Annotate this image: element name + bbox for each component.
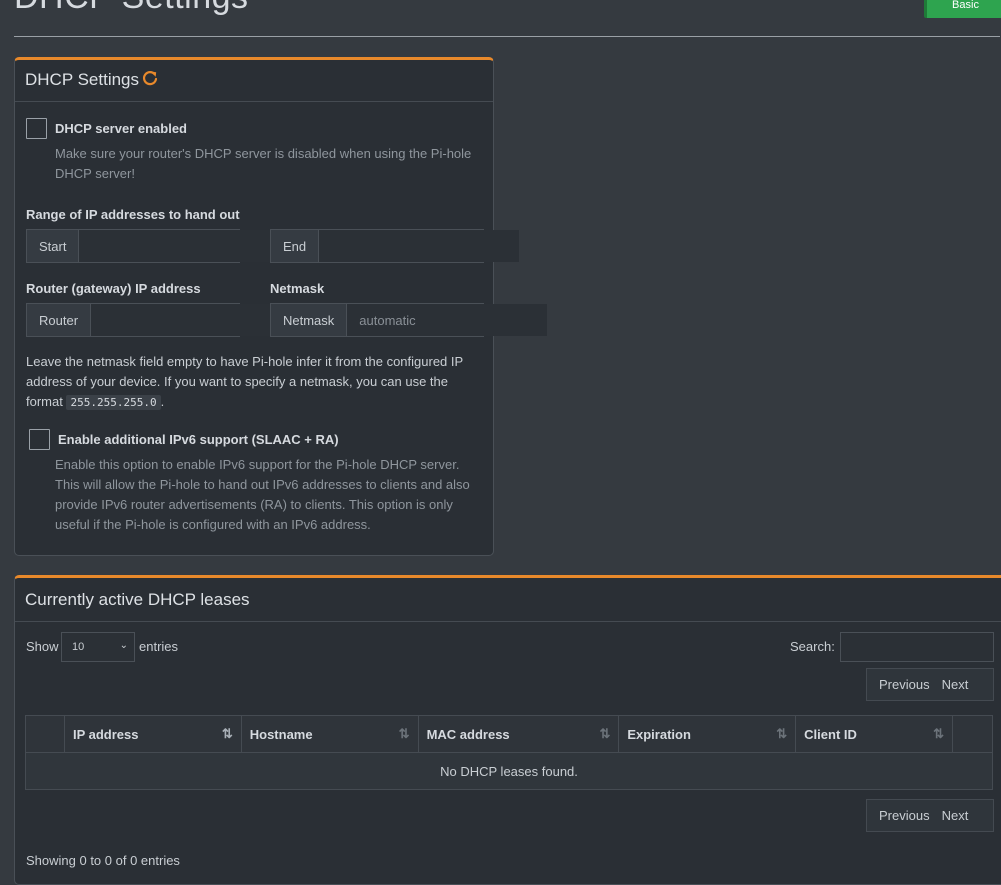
pagination-bottom: Previous Next (866, 799, 994, 832)
dhcp-server-help: Make sure your router's DHCP server is d… (55, 146, 472, 181)
sort-icon: ⇅ (398, 726, 410, 741)
column-hostname[interactable]: Hostname ⇅ (240, 715, 419, 753)
dhcp-leases-header: Currently active DHCP leases (15, 578, 1001, 622)
netmask-example-code: 255.255.255.0 (66, 395, 161, 410)
netmask-addon: Netmask (271, 304, 348, 336)
table-row-empty: No DHCP leases found. (25, 752, 993, 790)
ipv6-support-label: Enable additional IPv6 support (SLAAC + … (58, 432, 339, 447)
entries-per-page-select[interactable]: 10 ⌄ (61, 632, 135, 662)
range-label: Range of IP addresses to hand out (26, 207, 240, 222)
column-client-id[interactable]: Client ID ⇅ (795, 715, 953, 753)
dhcp-settings-header: DHCP Settings (15, 60, 493, 102)
next-button-top[interactable]: Next (942, 677, 981, 692)
dhcp-server-enabled-checkbox[interactable] (26, 118, 47, 139)
dhcp-settings-box: DHCP Settings DHCP server enabled Make s… (14, 57, 548, 556)
leases-table: IP address ⇅ Hostname ⇅ MAC address ⇅ Expir… (25, 715, 994, 790)
search-input[interactable] (840, 632, 994, 662)
column-mac-address[interactable]: MAC address ⇅ (417, 715, 620, 753)
show-label: Show (26, 639, 59, 654)
range-start-group: Start (26, 229, 280, 263)
range-start-input[interactable] (79, 230, 280, 262)
column-expiration[interactable]: Expiration ⇅ (618, 715, 797, 753)
entries-label: entries (139, 639, 179, 654)
dhcp-leases-title: Currently active DHCP leases (25, 590, 250, 609)
netmask-label: Netmask (270, 281, 325, 296)
empty-message: No DHCP leases found. (25, 752, 993, 790)
ipv6-help: Enable this option to enable IPv6 suppor… (55, 457, 470, 532)
start-addon: Start (27, 230, 80, 262)
previous-button-top[interactable]: Previous (867, 677, 942, 692)
next-button-bottom[interactable]: Next (942, 808, 981, 823)
dhcp-leases-box: Currently active DHCP leases Show 10 ⌄ e… (14, 575, 1001, 885)
leases-header-row: IP address ⇅ Hostname ⇅ MAC address ⇅ Expir… (25, 715, 994, 753)
column-ip-address[interactable]: IP address ⇅ (63, 715, 242, 753)
pagination-top: Previous Next (866, 668, 994, 701)
end-addon: End (271, 230, 320, 262)
router-label: Router (gateway) IP address (26, 281, 201, 296)
column-select (25, 715, 65, 753)
refresh-icon[interactable] (141, 69, 159, 87)
chevron-down-icon: ⌄ (119, 640, 128, 651)
sort-icon: ⇅ (776, 726, 788, 741)
page-title: DHCP Settings (14, 0, 249, 17)
sort-icon: ⇅ (933, 726, 944, 741)
dhcp-server-enabled-label: DHCP server enabled (55, 121, 187, 136)
ipv6-support-checkbox[interactable] (29, 429, 50, 450)
router-addon: Router (27, 304, 92, 336)
basic-mode-button[interactable]: Basic (924, 0, 1001, 18)
title-divider (14, 36, 1000, 37)
router-input[interactable] (91, 304, 292, 336)
sort-icon: ⇅ (599, 726, 611, 741)
range-end-input[interactable] (319, 230, 520, 262)
previous-button-bottom[interactable]: Previous (867, 808, 942, 823)
table-info: Showing 0 to 0 of 0 entries (26, 853, 180, 868)
netmask-group: Netmask (270, 303, 548, 337)
column-actions (951, 715, 994, 753)
router-group: Router (26, 303, 292, 337)
sort-ascending-icon: ⇅ (221, 726, 233, 741)
dhcp-settings-title: DHCP Settings (25, 70, 140, 89)
search-label: Search: (790, 639, 835, 654)
netmask-input[interactable] (347, 304, 548, 336)
range-end-group: End (270, 229, 520, 263)
netmask-help: Leave the netmask field empty to have Pi… (26, 354, 464, 410)
